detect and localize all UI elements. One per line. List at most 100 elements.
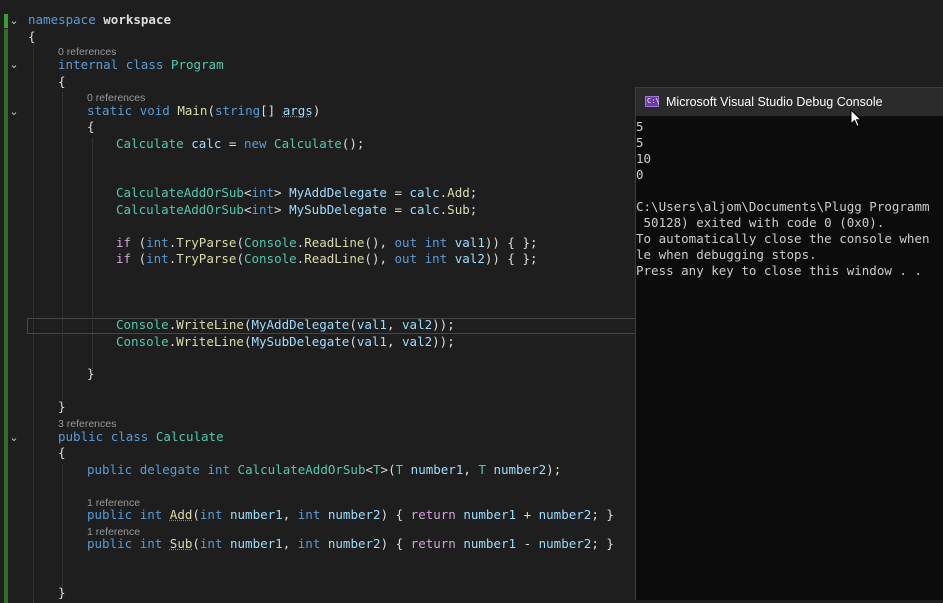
- code-token: CalculateAddOrSub: [116, 202, 244, 217]
- code-token: MyAddDelegate: [289, 185, 387, 200]
- code-token: TryParse: [176, 251, 237, 266]
- code-line[interactable]: {: [28, 29, 36, 45]
- code-token: T: [373, 462, 381, 477]
- code-token: int: [146, 251, 169, 266]
- chevron-down-icon[interactable]: ⌄: [8, 106, 20, 118]
- code-token: val2: [447, 251, 485, 266]
- code-token: number2: [538, 536, 592, 551]
- code-token: (: [349, 317, 357, 332]
- code-token: MySubDelegate: [289, 202, 387, 217]
- code-token: (: [131, 251, 147, 266]
- code-token: int: [199, 536, 223, 551]
- console-line: 50128) exited with code 0 (0x0).: [636, 215, 885, 230]
- code-line[interactable]: {: [28, 74, 66, 90]
- console-line: To automatically close the console when: [636, 231, 930, 246]
- code-token: ;: [469, 185, 478, 200]
- code-line[interactable]: namespace workspace: [28, 12, 171, 28]
- code-token: ) {: [380, 536, 411, 551]
- code-token: =: [221, 136, 244, 151]
- code-token: number1: [403, 462, 464, 477]
- chevron-down-icon[interactable]: ⌄: [8, 432, 20, 444]
- code-line[interactable]: }: [28, 399, 66, 415]
- chevron-down-icon[interactable]: ⌄: [8, 59, 20, 71]
- debug-console-window[interactable]: C:\ Microsoft Visual Studio Debug Consol…: [635, 87, 943, 600]
- code-line[interactable]: public class Calculate: [28, 429, 224, 445]
- code-line[interactable]: if (int.TryParse(Console.ReadLine(), out…: [28, 251, 538, 267]
- code-line[interactable]: static void Main(string[] args): [28, 103, 320, 119]
- code-token: (: [236, 235, 244, 250]
- code-token: >: [274, 185, 290, 200]
- code-token: int: [424, 251, 448, 266]
- code-token: ReadLine: [304, 251, 365, 266]
- code-line[interactable]: Console.WriteLine(MyAddDelegate(val1, va…: [28, 317, 455, 333]
- code-token: (: [192, 507, 200, 522]
- code-token: number1: [455, 507, 517, 522]
- code-token: }: [58, 585, 66, 600]
- code-line[interactable]: }: [28, 366, 95, 382]
- code-line[interactable]: if (int.TryParse(Console.ReadLine(), out…: [28, 235, 538, 251]
- console-output[interactable]: 5 5 10 0 C:\Users\aljom\Documents\Plugg …: [636, 119, 943, 597]
- code-token: int: [199, 507, 223, 522]
- code-token: number2: [320, 536, 381, 551]
- code-token: ) {: [380, 507, 411, 522]
- code-token: (),: [364, 251, 395, 266]
- code-token: =: [386, 202, 410, 217]
- code-token: Calculate: [116, 136, 184, 151]
- code-token: ; }: [591, 536, 614, 551]
- code-token: ,: [386, 334, 403, 349]
- code-token: return: [410, 507, 456, 522]
- code-token: Console: [116, 334, 169, 349]
- code-token: ,: [282, 507, 298, 522]
- code-token: int: [297, 536, 321, 551]
- code-token: static: [87, 103, 133, 118]
- code-token: val1: [356, 334, 387, 349]
- code-token: new: [243, 136, 267, 151]
- code-token: CalculateAddOrSub: [116, 185, 244, 200]
- code-token: (: [236, 251, 244, 266]
- code-token: workspace: [103, 12, 171, 27]
- code-line[interactable]: }: [28, 585, 66, 601]
- code-line[interactable]: CalculateAddOrSub<int> MySubDelegate = c…: [28, 202, 477, 218]
- code-line[interactable]: Console.WriteLine(MySubDelegate(val1, va…: [28, 334, 455, 350]
- code-token: int: [139, 507, 163, 522]
- code-line[interactable]: public int Sub(int number1, int number2)…: [28, 536, 614, 552]
- console-icon-label: C:\: [647, 97, 660, 105]
- code-token: ,: [282, 536, 298, 551]
- code-line[interactable]: internal class Program: [28, 57, 224, 73]
- code-token: Sub: [447, 202, 470, 217]
- code-token: class: [110, 429, 149, 444]
- code-token: ));: [432, 317, 455, 332]
- console-titlebar[interactable]: C:\ Microsoft Visual Studio Debug Consol…: [636, 88, 943, 116]
- code-token: T: [395, 462, 404, 477]
- code-line[interactable]: public int Add(int number1, int number2)…: [28, 507, 614, 523]
- code-token: return: [410, 536, 456, 551]
- code-line[interactable]: public delegate int CalculateAddOrSub<T>…: [28, 462, 561, 478]
- code-token: Console: [116, 317, 169, 332]
- code-token: ,: [463, 462, 479, 477]
- code-line[interactable]: {: [28, 445, 66, 461]
- code-token: )) { };: [484, 251, 538, 266]
- code-token: T: [478, 462, 486, 477]
- code-token: ();: [341, 136, 365, 151]
- code-token: MyAddDelegate: [251, 317, 350, 332]
- code-token: val2: [402, 334, 433, 349]
- code-token: (: [192, 536, 200, 551]
- code-token: Console: [243, 251, 297, 266]
- code-token: internal: [58, 57, 119, 72]
- code-line[interactable]: Calculate calc = new Calculate();: [28, 136, 364, 152]
- code-token: calc: [183, 136, 222, 151]
- code-token: WriteLine: [176, 317, 244, 332]
- code-token: public: [58, 429, 104, 444]
- code-token: {: [87, 119, 95, 134]
- code-line[interactable]: CalculateAddOrSub<int> MyAddDelegate = c…: [28, 185, 477, 201]
- code-token: out: [394, 251, 418, 266]
- console-line: 0: [636, 167, 644, 182]
- code-token: Console: [243, 235, 297, 250]
- code-token: }: [58, 399, 66, 414]
- code-line[interactable]: {: [28, 119, 95, 135]
- code-token: )) { };: [484, 235, 538, 250]
- code-token: number1: [222, 536, 283, 551]
- code-token: Program: [170, 57, 224, 72]
- code-token: Add: [169, 507, 193, 522]
- chevron-down-icon[interactable]: ⌄: [8, 15, 20, 27]
